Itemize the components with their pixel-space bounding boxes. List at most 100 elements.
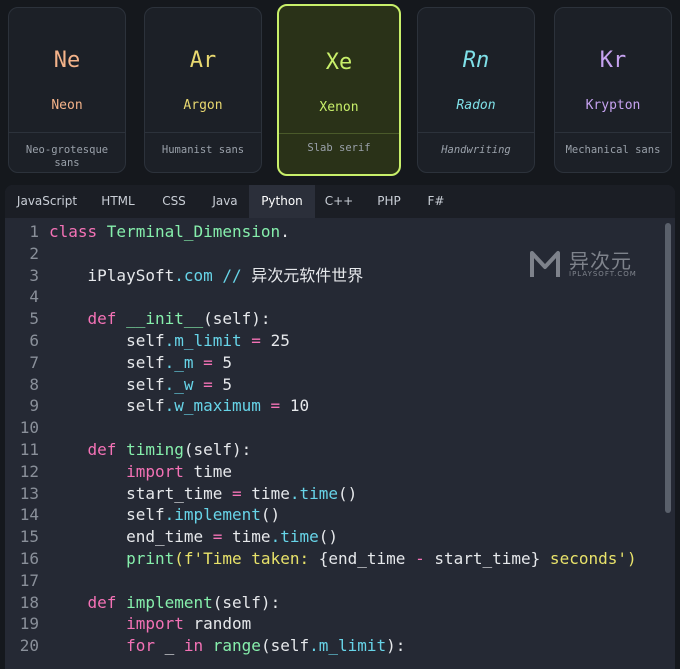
code-token: - <box>415 549 425 568</box>
font-card-radon[interactable]: Rn Radon Handwriting <box>417 7 535 173</box>
code-token: start_time <box>49 483 223 503</box>
card-divider <box>418 132 534 133</box>
line-number: 1 <box>29 222 39 241</box>
code-token: .com <box>174 265 213 285</box>
code-text: def __init__(self): <box>49 308 271 330</box>
code-token: () <box>318 527 338 547</box>
card-description: Mechanical sans <box>565 144 661 156</box>
watermark: 异次元 IPLAYSOFT.COM <box>529 245 649 285</box>
code-token: import <box>49 461 194 481</box>
code-token: 25 <box>270 331 290 350</box>
code-token: = <box>222 483 252 503</box>
code-token: () <box>338 483 358 503</box>
code-token: for <box>49 636 165 656</box>
code-token: self <box>49 352 165 372</box>
line-number: 11 <box>19 440 39 459</box>
tab-javascript[interactable]: JavaScript <box>5 185 89 218</box>
code-token: _ <box>164 636 184 656</box>
code-text: def timing(self): <box>49 439 252 461</box>
code-text: iPlaySoft.com // 异次元软件世界 <box>49 265 364 287</box>
card-name: Krypton <box>585 98 641 113</box>
line-number: 12 <box>19 461 39 481</box>
code-token: def <box>49 309 127 329</box>
line-number: 8 <box>29 374 39 394</box>
code-token: time <box>232 527 271 547</box>
card-symbol: Ne <box>53 48 81 73</box>
card-divider <box>279 133 399 134</box>
language-tabs: JavaScript HTML CSS Java Python C++ PHP … <box>5 185 675 218</box>
code-token: (self): <box>203 309 271 329</box>
tab-php[interactable]: PHP <box>363 185 415 218</box>
code-token: def <box>49 440 127 459</box>
code-token: 5 <box>222 374 233 394</box>
line-number: 9 <box>29 396 39 416</box>
tab-java[interactable]: Java <box>201 185 249 218</box>
card-name: Xenon <box>319 100 359 115</box>
code-token: () <box>260 505 281 525</box>
code-token: .m_limit <box>164 331 242 350</box>
font-card-xenon[interactable]: Xe Xenon Slab serif <box>277 4 401 176</box>
font-card-argon[interactable]: Ar Argon Humanist sans <box>144 7 262 173</box>
card-description: Handwriting <box>441 144 511 156</box>
scrollbar[interactable] <box>665 223 671 513</box>
code-text: end_time = time.time() <box>49 526 338 548</box>
tab-cpp[interactable]: C++ <box>315 185 363 218</box>
code-token: time <box>251 483 290 503</box>
tab-fsharp[interactable]: F# <box>415 185 457 218</box>
card-symbol: Xe <box>325 50 353 75</box>
card-divider <box>9 132 125 133</box>
code-token: ._w <box>164 374 194 394</box>
code-token: 10 <box>289 396 310 416</box>
watermark-logo-icon <box>530 251 560 277</box>
code-text: import random <box>49 613 251 635</box>
line-number: 16 <box>19 549 39 568</box>
tab-css[interactable]: CSS <box>147 185 201 218</box>
font-card-neon[interactable]: Ne Neon Neo-grotesque sans <box>8 7 126 173</box>
tab-python[interactable]: Python <box>249 185 315 218</box>
code-token: start_time} <box>424 549 541 568</box>
code-token: .w_maximum <box>164 396 261 416</box>
code-token: self <box>49 505 165 525</box>
code-token: 异次元软件世界 <box>251 265 364 285</box>
code-text: self.m_limit = 25 <box>49 330 290 352</box>
code-editor: JavaScript HTML CSS Java Python C++ PHP … <box>5 185 675 669</box>
code-token: in <box>183 636 213 656</box>
line-number: 18 <box>19 592 39 612</box>
code-token: implement <box>126 592 213 612</box>
code-token: __init__ <box>126 309 204 329</box>
code-token: timing <box>126 440 184 459</box>
line-number: 6 <box>29 331 39 350</box>
code-text: def implement(self): <box>49 592 281 614</box>
line-number: 19 <box>19 614 39 634</box>
code-token: class <box>49 222 107 241</box>
card-divider <box>145 132 261 133</box>
code-token: self <box>49 374 165 394</box>
card-name: Argon <box>183 98 223 113</box>
code-token: (self): <box>183 440 252 459</box>
code-token: self <box>49 396 165 416</box>
card-description: Humanist sans <box>161 144 245 156</box>
code-token: (f'Time taken: <box>174 549 319 568</box>
card-description: Slab serif <box>307 142 371 154</box>
code-token: // <box>212 265 252 285</box>
card-symbol: Ar <box>189 48 217 73</box>
code-token: .implement <box>164 505 261 525</box>
code-token: .time <box>270 527 319 547</box>
font-card-krypton[interactable]: Kr Krypton Mechanical sans <box>554 7 672 173</box>
card-symbol: Kr <box>599 48 627 73</box>
line-number: 10 <box>19 418 39 438</box>
code-token: seconds') <box>540 549 637 568</box>
code-token: (self <box>260 636 310 656</box>
tab-html[interactable]: HTML <box>89 185 147 218</box>
line-number: 15 <box>19 527 39 547</box>
line-number: 4 <box>29 287 39 307</box>
watermark-subtitle: IPLAYSOFT.COM <box>569 270 637 278</box>
code-text: self._m = 5 <box>49 352 232 374</box>
card-symbol: Rn <box>462 48 490 73</box>
code-token: = <box>203 527 233 547</box>
card-name: Radon <box>456 98 496 113</box>
line-number: 20 <box>19 636 39 656</box>
line-number: 5 <box>29 309 39 329</box>
code-token: = <box>241 331 271 350</box>
code-token: {end_time <box>318 549 416 568</box>
